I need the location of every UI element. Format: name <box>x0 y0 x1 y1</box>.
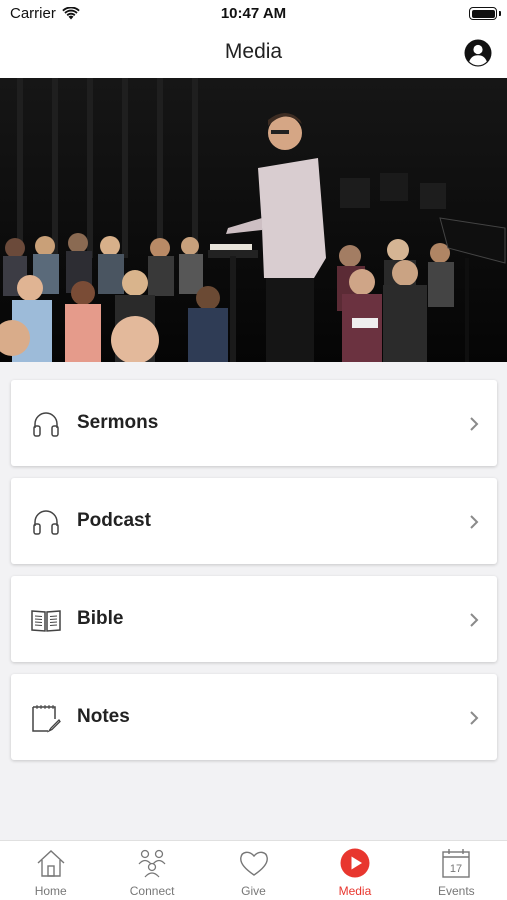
user-circle-icon[interactable] <box>464 39 492 67</box>
tab-events[interactable]: 17 Events <box>406 841 507 900</box>
menu-item-label: Sermons <box>77 412 159 433</box>
tab-bar: Home Connect Give Media 17 Events <box>0 840 507 900</box>
book-icon <box>31 610 61 632</box>
tab-media[interactable]: Media <box>304 841 405 900</box>
calendar-icon: 17 <box>442 849 471 878</box>
battery-tip <box>499 11 501 16</box>
page-title: Media <box>224 40 283 63</box>
nav-bar: Media <box>0 28 507 78</box>
chevron-right-icon <box>470 515 479 529</box>
sermon-photo <box>0 78 507 362</box>
menu-item-sermons[interactable]: Sermons <box>11 380 497 466</box>
status-bar: Carrier 10:47 AM <box>0 0 507 28</box>
status-time: 10:47 AM <box>220 5 287 22</box>
headphones-icon <box>33 412 59 437</box>
menu-item-bible[interactable]: Bible <box>11 576 497 662</box>
tab-connect[interactable]: Connect <box>101 841 202 900</box>
chevron-right-icon <box>470 711 479 725</box>
tab-label: Events <box>437 884 475 898</box>
heart-icon <box>239 851 268 876</box>
hero-image <box>0 78 507 362</box>
svg-text:17: 17 <box>450 863 462 875</box>
menu-item-podcast[interactable]: Podcast <box>11 478 497 564</box>
headphones-icon <box>33 510 59 535</box>
chevron-right-icon <box>470 417 479 431</box>
menu-item-notes[interactable]: Notes <box>11 674 497 760</box>
home-icon <box>37 850 65 877</box>
play-icon <box>340 848 370 878</box>
menu-item-label: Notes <box>77 706 130 727</box>
chevron-right-icon <box>470 613 479 627</box>
tab-label: Connect <box>129 884 175 898</box>
menu-item-label: Bible <box>77 608 124 629</box>
people-icon <box>138 849 166 878</box>
tab-label: Home <box>34 884 67 898</box>
tab-label: Media <box>338 884 372 898</box>
tab-home[interactable]: Home <box>0 841 101 900</box>
notepad-icon <box>32 705 61 733</box>
menu-item-label: Podcast <box>77 510 151 531</box>
media-menu: Sermons Podcast Bible Notes <box>11 380 497 772</box>
tab-label: Give <box>241 884 266 898</box>
tab-give[interactable]: Give <box>203 841 304 900</box>
battery-icon <box>469 7 497 20</box>
